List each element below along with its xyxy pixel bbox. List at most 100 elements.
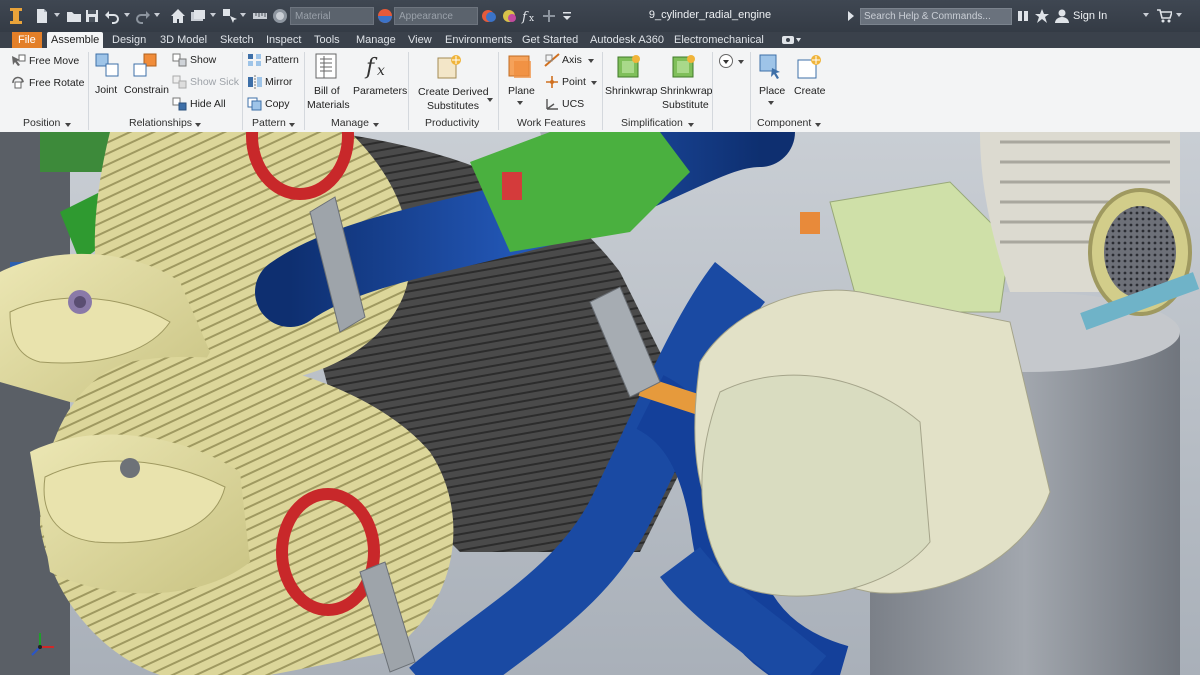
place-button[interactable]: Place	[759, 85, 785, 97]
undo-icon[interactable]	[104, 8, 120, 24]
globe-icon[interactable]	[272, 8, 288, 24]
redo-icon[interactable]	[135, 8, 151, 24]
clear-appearance-icon[interactable]	[481, 8, 497, 24]
select-filter-icon[interactable]	[222, 8, 238, 24]
pattern-icon	[248, 54, 261, 66]
plane-button[interactable]: Plane	[508, 85, 535, 97]
pattern-button[interactable]: Pattern	[265, 54, 299, 66]
create-derived-line-2[interactable]: Substitutes	[427, 100, 479, 112]
copy-icon	[247, 97, 262, 111]
axis-icon	[544, 53, 560, 67]
shrinkwrap-substitute-icon	[672, 55, 695, 78]
joint-button[interactable]: Joint	[95, 84, 117, 96]
create-derived-line-1[interactable]: Create Derived	[418, 86, 489, 98]
free-move-icon	[12, 54, 26, 66]
place-component-icon	[759, 54, 780, 79]
parameters-fx-icon: fx	[364, 55, 385, 80]
tab-3d-model[interactable]: 3D Model	[156, 32, 211, 48]
new-file-icon[interactable]	[34, 8, 50, 24]
update-icon[interactable]	[190, 8, 206, 24]
sign-in-link[interactable]: Sign In	[1073, 10, 1107, 22]
point-button[interactable]: Point	[562, 76, 586, 88]
star-icon[interactable]	[1034, 8, 1050, 24]
ucs-button[interactable]: UCS	[562, 98, 584, 110]
shrinkwrap-icon	[617, 55, 640, 78]
parameters-button[interactable]: Parameters	[353, 85, 407, 97]
joint-icon	[95, 53, 119, 77]
panel-title-productivity: Productivity	[425, 117, 480, 129]
svg-text:f: f	[521, 10, 529, 24]
free-rotate-button[interactable]: Free Rotate	[29, 77, 84, 89]
fx-icon[interactable]: fx	[521, 8, 537, 24]
user-icon[interactable]	[1054, 8, 1070, 24]
view-options-icon[interactable]	[718, 53, 734, 69]
bom-line-1[interactable]: Bill of	[314, 85, 340, 97]
panel-title-simplification[interactable]: Simplification	[621, 117, 683, 129]
hide-all-button[interactable]: Hide All	[190, 98, 226, 110]
ribbon-panel: Free Move Free Rotate Position Joint Con…	[0, 48, 1200, 133]
tab-sketch[interactable]: Sketch	[216, 32, 258, 48]
tab-autodesk-a360[interactable]: Autodesk A360	[586, 32, 668, 48]
appearance-sphere-icon	[378, 9, 392, 23]
bill-of-materials-icon	[315, 53, 337, 79]
constrain-button[interactable]: Constrain	[124, 84, 169, 96]
constrain-icon	[133, 53, 157, 77]
axis-button[interactable]: Axis	[562, 54, 582, 66]
panel-title-manage[interactable]: Manage	[331, 117, 369, 129]
panel-title-component[interactable]: Component	[757, 117, 811, 129]
tab-tools[interactable]: Tools	[310, 32, 344, 48]
panel-title-pattern[interactable]: Pattern	[252, 117, 286, 129]
point-icon	[546, 76, 558, 88]
tab-environments[interactable]: Environments	[441, 32, 516, 48]
expand-arrow-icon[interactable]	[843, 8, 859, 24]
ribbon-tabs: File Assemble Design 3D Model Sketch Ins…	[0, 32, 1200, 48]
copy-button[interactable]: Copy	[265, 98, 290, 110]
plane-icon	[508, 55, 531, 78]
measure-icon[interactable]	[252, 8, 268, 24]
search-input[interactable]: Search Help & Commands...	[860, 8, 1012, 25]
appearance-select[interactable]: Appearance	[394, 7, 478, 25]
inventor-logo-icon	[10, 8, 22, 24]
binoculars-icon[interactable]	[1015, 8, 1031, 24]
tab-file[interactable]: File	[12, 32, 42, 48]
engine-model-render[interactable]	[0, 132, 1200, 675]
free-rotate-icon	[12, 76, 24, 89]
create-button[interactable]: Create	[794, 85, 826, 97]
customize-menu-icon[interactable]	[559, 8, 575, 24]
panel-title-relationships[interactable]: Relationships	[129, 117, 192, 129]
home-icon[interactable]	[170, 8, 186, 24]
create-component-icon	[797, 55, 821, 79]
tab-view[interactable]: View	[404, 32, 436, 48]
tab-assemble[interactable]: Assemble	[47, 32, 104, 48]
save-icon[interactable]	[84, 8, 100, 24]
svg-text:f: f	[364, 55, 378, 80]
hide-all-icon	[172, 97, 187, 111]
open-folder-icon[interactable]	[66, 8, 82, 24]
tab-inspect[interactable]: Inspect	[262, 32, 305, 48]
free-move-button[interactable]: Free Move	[29, 55, 79, 67]
tab-manage[interactable]: Manage	[352, 32, 400, 48]
material-select[interactable]: Material	[290, 7, 374, 25]
tab-get-started[interactable]: Get Started	[518, 32, 582, 48]
panel-toggle-icon[interactable]	[780, 34, 802, 46]
add-icon[interactable]	[541, 8, 557, 24]
bom-line-2[interactable]: Materials	[307, 99, 350, 111]
shrinkwrap-substitute-line-2[interactable]: Substitute	[662, 99, 709, 111]
show-sick-button[interactable]: Show Sick	[190, 76, 239, 88]
shrinkwrap-substitute-line-1[interactable]: Shrinkwrap	[660, 85, 713, 97]
panel-title-work-features: Work Features	[517, 117, 586, 129]
svg-text:x: x	[529, 14, 534, 24]
mirror-button[interactable]: Mirror	[265, 76, 292, 88]
show-sick-icon	[172, 75, 187, 89]
svg-text:x: x	[377, 63, 385, 79]
adjust-appearance-icon[interactable]	[501, 8, 517, 24]
tab-electromechanical[interactable]: Electromechanical	[670, 32, 768, 48]
show-button[interactable]: Show	[190, 54, 216, 66]
create-derived-substitutes-icon	[437, 55, 461, 79]
show-constraints-icon	[172, 53, 187, 67]
shrinkwrap-button[interactable]: Shrinkwrap	[605, 85, 658, 97]
tab-design[interactable]: Design	[108, 32, 150, 48]
graphics-viewport[interactable]	[0, 132, 1200, 675]
panel-title-position[interactable]: Position	[23, 117, 60, 129]
cart-icon[interactable]	[1156, 8, 1172, 24]
